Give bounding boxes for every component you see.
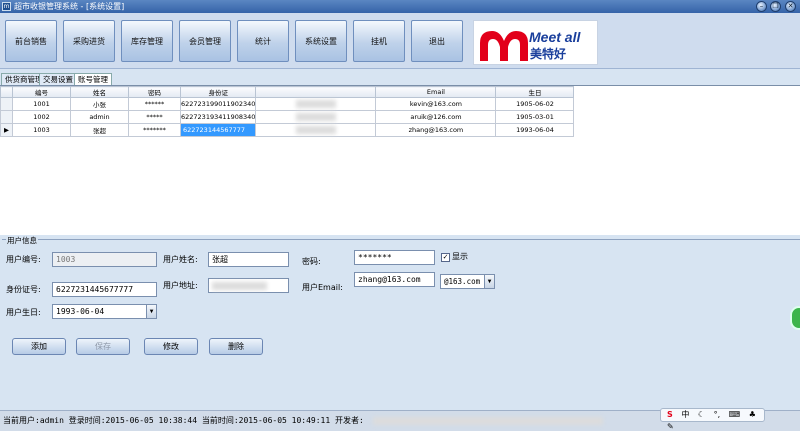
settings-tabs: 供货商管理 交易设置 账号管理 bbox=[0, 73, 800, 86]
blurred-text bbox=[372, 416, 603, 425]
cell-address[interactable] bbox=[255, 110, 377, 124]
email-field[interactable]: zhang@163.com bbox=[354, 272, 435, 287]
column-header-id[interactable]: 编号 bbox=[12, 86, 71, 98]
column-header-email[interactable]: Email bbox=[375, 86, 497, 98]
blurred-text bbox=[295, 113, 336, 121]
show-password-label: 显示 bbox=[452, 252, 468, 261]
skin-icon[interactable]: ♣ bbox=[749, 409, 756, 421]
wrench-icon[interactable]: ✎ bbox=[667, 421, 674, 431]
address-field[interactable] bbox=[208, 278, 289, 293]
table-row[interactable]: 1001 小张 ****** 622723199011902340 kevin@… bbox=[0, 97, 575, 111]
user-id-label: 用户编号: bbox=[6, 255, 41, 264]
main-toolbar: 前台销售 采购进货 库存管理 会员管理 统计 系统设置 挂机 退出 bbox=[0, 13, 800, 69]
blurred-text bbox=[295, 100, 336, 108]
delete-button[interactable]: 删除 bbox=[209, 338, 263, 355]
blurred-text bbox=[212, 281, 267, 290]
svg-text:美特好: 美特好 bbox=[530, 46, 566, 61]
nav-button-inventory[interactable]: 库存管理 bbox=[121, 20, 173, 62]
cell-name[interactable]: admin bbox=[70, 110, 129, 124]
floating-assistant-icon[interactable] bbox=[790, 306, 800, 330]
minimize-icon[interactable]: – bbox=[756, 1, 767, 12]
cell-id[interactable]: 1001 bbox=[12, 97, 71, 111]
idcard-label: 身份证号: bbox=[6, 285, 41, 294]
meet-all-logo: Meet all 美特好 bbox=[473, 20, 598, 65]
cell-idcard-selected[interactable]: 622723144567777 bbox=[179, 123, 257, 137]
account-grid: 编号 姓名 密码 身份证 Email 生日 1001 小张 ****** 622… bbox=[0, 85, 800, 235]
close-icon[interactable]: ✕ bbox=[785, 1, 796, 12]
grid-corner bbox=[0, 86, 13, 98]
moon-icon[interactable]: ☾ bbox=[698, 409, 705, 421]
address-label: 用户地址: bbox=[163, 281, 198, 290]
cell-email[interactable]: aruik@126.com bbox=[375, 110, 497, 124]
group-title: 用户信息 bbox=[6, 235, 38, 246]
user-id-field[interactable]: 1003 bbox=[52, 252, 157, 267]
row-header[interactable] bbox=[0, 97, 13, 111]
cell-idcard[interactable]: 622723199011902340 bbox=[179, 97, 257, 111]
nav-button-purchase[interactable]: 采购进货 bbox=[63, 20, 115, 62]
cell-password[interactable]: ******* bbox=[128, 123, 181, 137]
cell-address[interactable] bbox=[255, 123, 377, 137]
nav-button-standby[interactable]: 挂机 bbox=[353, 20, 405, 62]
cell-idcard[interactable]: 622723193411908340 bbox=[179, 110, 257, 124]
user-name-label: 用户姓名: bbox=[163, 255, 198, 264]
email-domain-value: @163.com bbox=[444, 277, 481, 286]
cell-email[interactable]: zhang@163.com bbox=[375, 123, 497, 137]
table-row[interactable]: 1002 admin ***** 622723193411908340 arui… bbox=[0, 110, 575, 124]
column-header-birthday[interactable]: 生日 bbox=[495, 86, 575, 98]
cell-birthday[interactable]: 1993-06-04 bbox=[495, 123, 575, 137]
table-row[interactable]: ▶ 1003 张超 ******* 622723144567777 zhang@… bbox=[0, 123, 575, 137]
keyboard-icon[interactable]: ⌨ bbox=[729, 409, 741, 421]
column-header-address[interactable] bbox=[255, 86, 377, 98]
sogou-icon[interactable]: S bbox=[667, 409, 673, 421]
cell-password[interactable]: ****** bbox=[128, 97, 181, 111]
chevron-down-icon[interactable]: ▼ bbox=[484, 275, 494, 288]
row-header[interactable] bbox=[0, 110, 13, 124]
password-label: 密码: bbox=[302, 257, 321, 266]
birthday-picker[interactable]: 1993-06-04 ▼ bbox=[52, 304, 157, 319]
cell-password[interactable]: ***** bbox=[128, 110, 181, 124]
nav-button-members[interactable]: 会员管理 bbox=[179, 20, 231, 62]
current-row-indicator[interactable]: ▶ bbox=[0, 123, 13, 137]
tab-transaction[interactable]: 交易设置 bbox=[39, 73, 77, 85]
nav-button-statistics[interactable]: 统计 bbox=[237, 20, 289, 62]
cell-name[interactable]: 小张 bbox=[70, 97, 129, 111]
birthday-label: 用户生日: bbox=[6, 308, 41, 317]
birthday-value: 1993-06-04 bbox=[56, 307, 105, 316]
column-header-idcard[interactable]: 身份证 bbox=[179, 86, 257, 98]
password-field[interactable]: ******* bbox=[354, 250, 435, 265]
calendar-dropdown-icon[interactable]: ▼ bbox=[146, 305, 156, 318]
save-button[interactable]: 保存 bbox=[76, 338, 130, 355]
nav-button-front-sales[interactable]: 前台销售 bbox=[5, 20, 57, 62]
app-icon: m bbox=[2, 2, 11, 11]
cell-email[interactable]: kevin@163.com bbox=[375, 97, 497, 111]
email-domain-select[interactable]: @163.com ▼ bbox=[440, 274, 495, 289]
add-button[interactable]: 添加 bbox=[12, 338, 66, 355]
column-header-name[interactable]: 姓名 bbox=[70, 86, 129, 98]
cell-birthday[interactable]: 1905-03-01 bbox=[495, 110, 575, 124]
logo-mark: Meet all 美特好 bbox=[480, 29, 581, 61]
user-name-field[interactable]: 张超 bbox=[208, 252, 289, 267]
restore-icon[interactable]: ❐ bbox=[770, 1, 781, 12]
title-bar: m 超市收银管理系统 - [系统设置] – ❐ ✕ bbox=[0, 0, 800, 13]
cell-id[interactable]: 1002 bbox=[12, 110, 71, 124]
show-password-checkbox[interactable]: ✓ bbox=[441, 253, 450, 262]
status-text: 当前用户:admin 登录时间:2015-06-05 10:38:44 当前时间… bbox=[3, 416, 364, 425]
nav-button-settings[interactable]: 系统设置 bbox=[295, 20, 347, 62]
edit-button[interactable]: 修改 bbox=[144, 338, 198, 355]
nav-button-exit[interactable]: 退出 bbox=[411, 20, 463, 62]
email-label: 用户Email: bbox=[302, 283, 343, 292]
cell-address[interactable] bbox=[255, 97, 377, 111]
cell-name[interactable]: 张超 bbox=[70, 123, 129, 137]
idcard-field[interactable]: 6227231445677777 bbox=[52, 282, 157, 297]
cell-id[interactable]: 1003 bbox=[12, 123, 71, 137]
svg-text:Meet all: Meet all bbox=[529, 29, 581, 45]
punctuation-icon[interactable]: °, bbox=[714, 409, 721, 421]
ime-toolbar[interactable]: S 中 ☾ °, ⌨ ♣ ✎ bbox=[660, 408, 765, 431]
cell-birthday[interactable]: 1905-06-02 bbox=[495, 97, 575, 111]
ime-lang-indicator[interactable]: 中 bbox=[681, 409, 689, 421]
window-title: 超市收银管理系统 - [系统设置] bbox=[14, 2, 125, 11]
blurred-text bbox=[295, 126, 336, 134]
column-header-password[interactable]: 密码 bbox=[128, 86, 181, 98]
